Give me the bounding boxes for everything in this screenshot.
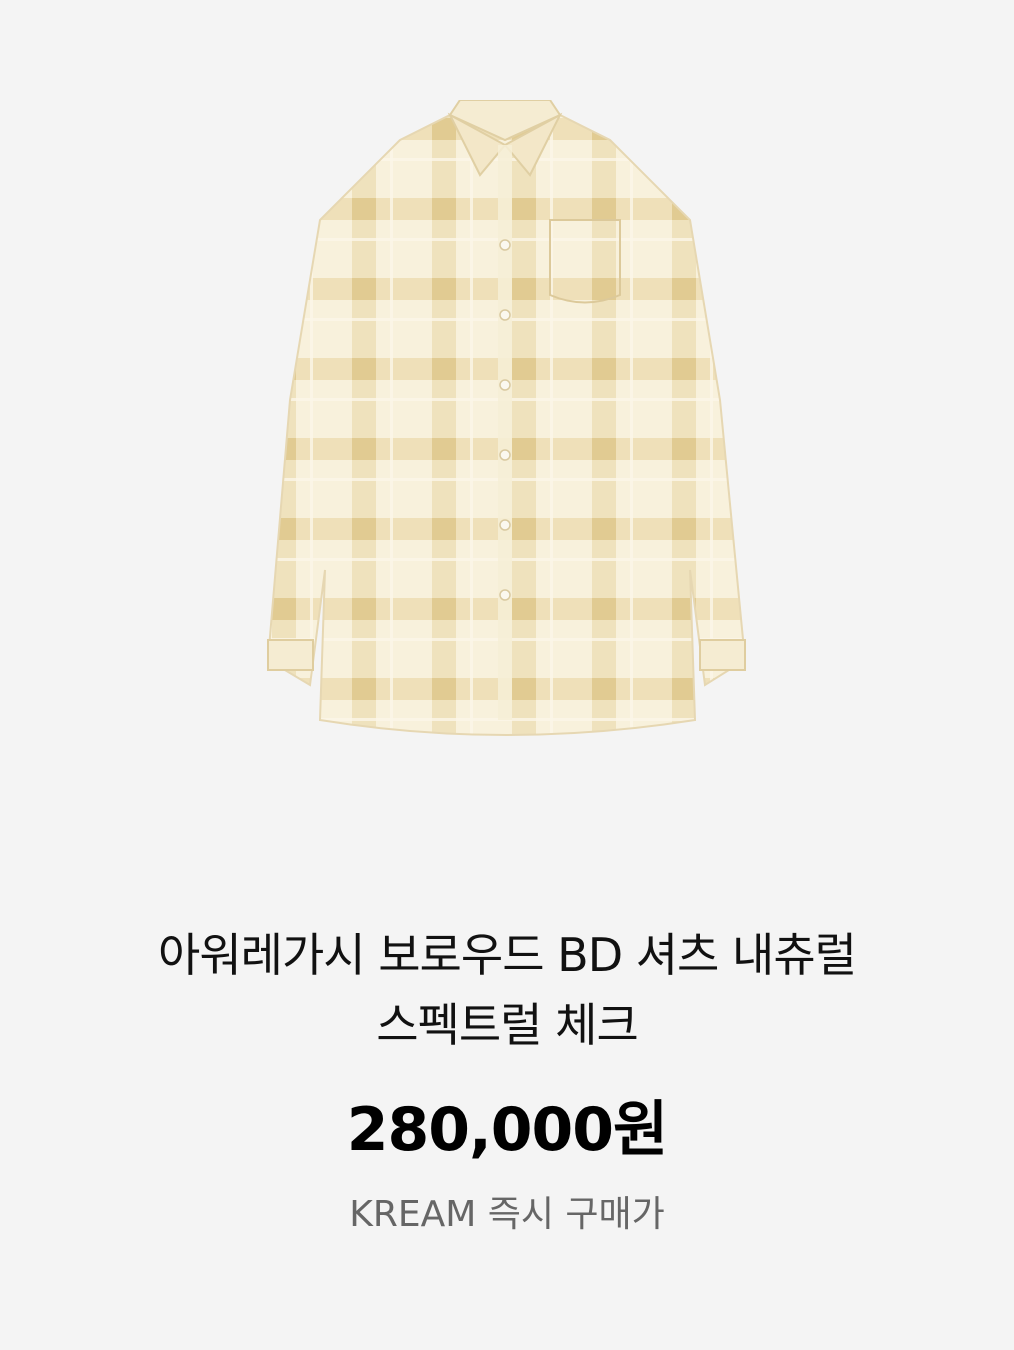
product-price: 280,000원 <box>346 1095 668 1165</box>
product-title[interactable]: 아워레가시 보로우드 BD 셔츠 내츄럴 스펙트럴 체크 <box>60 920 954 1060</box>
product-title-line-2: 스펙트럴 체크 <box>376 998 639 1052</box>
product-card[interactable]: 아워레가시 보로우드 BD 셔츠 내츄럴 스펙트럴 체크 280,000원 KR… <box>0 0 1014 1350</box>
product-image[interactable] <box>250 100 760 750</box>
price-caption: KREAM 즉시 구매가 <box>349 1194 665 1235</box>
product-title-line-1: 아워레가시 보로우드 BD 셔츠 내츄럴 <box>158 928 857 982</box>
